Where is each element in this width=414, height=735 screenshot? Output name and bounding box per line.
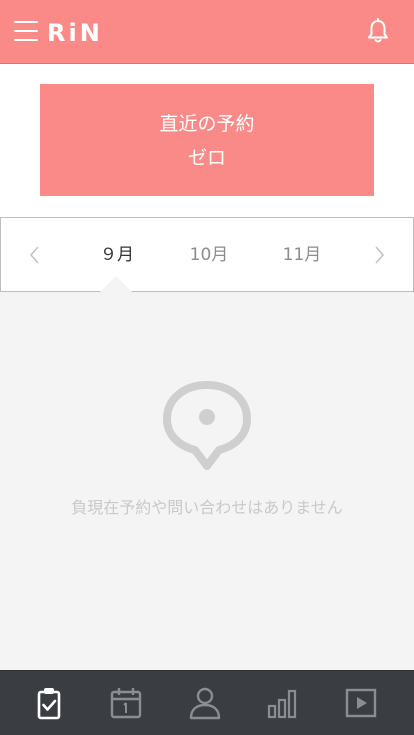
tab-calendar[interactable] <box>108 685 144 721</box>
month-tab-october[interactable]: 10月 <box>174 244 244 266</box>
hamburger-menu-icon[interactable] <box>14 21 38 43</box>
chevron-right-icon[interactable] <box>369 244 389 266</box>
clipboard-check-icon <box>37 688 61 720</box>
month-selector: ９月 10月 11月 <box>0 217 414 292</box>
month-tab-november[interactable]: 11月 <box>267 244 337 266</box>
upcoming-reservations-card[interactable]: 直近の予約 ゼロ <box>40 84 374 196</box>
tab-statistics[interactable] <box>265 685 301 721</box>
upcoming-title: 直近の予約 <box>159 113 255 135</box>
bottom-tab-bar <box>0 670 414 735</box>
tab-profile[interactable] <box>187 685 223 721</box>
speech-bubble-icon <box>163 381 251 470</box>
app-header: RiN <box>0 0 414 64</box>
app-logo: RiN <box>47 19 103 47</box>
chevron-left-icon[interactable] <box>25 244 45 266</box>
calendar-icon <box>110 688 142 719</box>
bar-chart-icon <box>267 689 297 719</box>
tab-videos[interactable] <box>343 685 379 721</box>
bell-icon[interactable] <box>366 18 390 46</box>
empty-state-message: 負現在予約や問い合わせはありません <box>71 498 343 517</box>
upcoming-count: ゼロ <box>187 147 226 169</box>
play-icon <box>345 688 377 718</box>
selected-month-indicator <box>100 276 132 292</box>
user-icon <box>189 687 221 720</box>
month-tab-september[interactable]: ９月 <box>82 244 152 266</box>
tab-reservations[interactable] <box>31 685 67 721</box>
